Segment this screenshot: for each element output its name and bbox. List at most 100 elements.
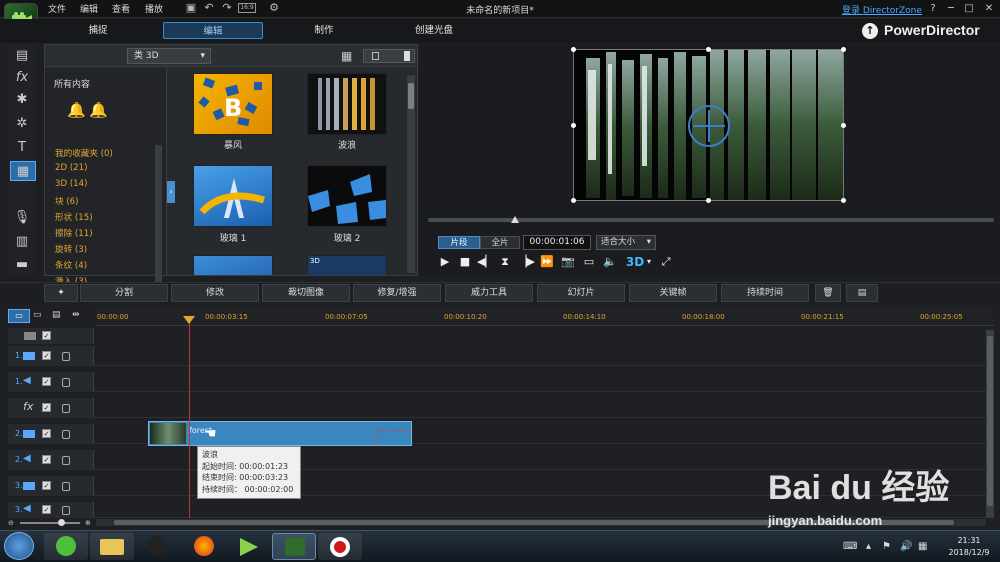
tray-network-icon[interactable]: ▦ (918, 541, 927, 552)
taskbar-app-browser-icon[interactable] (44, 533, 88, 560)
effect-thumbnail[interactable] (193, 165, 273, 227)
resize-handle[interactable] (571, 123, 576, 128)
lock-icon[interactable] (62, 378, 70, 387)
upgrade-icon[interactable]: ↑ (862, 23, 878, 39)
resize-handle[interactable] (706, 47, 711, 52)
prev-frame-icon[interactable]: ◀▏ (477, 254, 494, 270)
seek-thumb[interactable] (511, 216, 519, 223)
effect-thumbnail[interactable] (307, 165, 387, 227)
zoom-fit-dropdown[interactable]: 适合大小 ▾ (596, 235, 656, 250)
tab-clip[interactable]: 片段 (438, 236, 480, 249)
menu-view[interactable]: 查看 (112, 2, 130, 15)
effects-scrollbar[interactable] (407, 75, 415, 273)
tray-keyboard-icon[interactable]: ⌨ (843, 541, 857, 552)
zoom-in-icon[interactable]: ⊕ (85, 519, 91, 527)
settings-gear-icon[interactable]: ⚙ (267, 1, 281, 15)
track-enable-checkbox[interactable]: ✓ (42, 351, 51, 360)
playhead-handle[interactable] (183, 316, 195, 324)
effect-thumbnail[interactable]: B (193, 73, 273, 135)
resize-handle[interactable] (841, 47, 846, 52)
category-item[interactable]: 条纹 (4) (55, 259, 87, 271)
scroll-thumb[interactable] (408, 83, 414, 109)
zoom-slider[interactable]: ⊖ ⊕ (8, 519, 94, 527)
tab-capture[interactable]: 捕捉 (48, 22, 148, 39)
lock-icon[interactable] (62, 456, 70, 465)
tab-produce[interactable]: 制作 (274, 22, 374, 39)
tray-arrow-icon[interactable]: ▴ (866, 541, 871, 552)
delete-icon[interactable]: 🗑 (815, 284, 841, 302)
taskbar-qq-icon[interactable] (136, 533, 180, 560)
tray-flag-icon[interactable]: ⚑ (882, 541, 891, 552)
modify-button[interactable]: 修改 (171, 284, 259, 302)
help-button[interactable]: ? (926, 2, 940, 15)
resize-handle[interactable] (571, 47, 576, 52)
category-item[interactable]: 块 (6) (55, 195, 79, 207)
track-enable-checkbox[interactable]: ✓ (42, 505, 51, 514)
close-button[interactable]: ✕ (982, 2, 996, 15)
timeline-view-icon[interactable]: ▭ (8, 309, 30, 323)
keyframe-button[interactable]: 关键帧 (629, 284, 717, 302)
category-item[interactable]: 擦除 (11) (55, 227, 93, 239)
maximize-button[interactable]: □ (962, 2, 976, 15)
voice-room-icon[interactable]: 🎙 (12, 208, 32, 228)
effect-thumbnail[interactable] (193, 255, 273, 275)
resize-handle[interactable] (841, 123, 846, 128)
split-button[interactable]: 分割 (80, 284, 168, 302)
track-enable-checkbox[interactable]: ✓ (42, 429, 51, 438)
effect-thumbnail[interactable]: 3D (307, 255, 387, 275)
zoom-out-icon[interactable]: ⊖ (8, 519, 14, 527)
effect-thumbnail[interactable] (307, 73, 387, 135)
lock-icon[interactable] (62, 352, 70, 361)
menu-edit[interactable]: 编辑 (80, 2, 98, 15)
remove-favorite-icon[interactable]: 🔔 (89, 101, 108, 119)
chapter-room-icon[interactable]: ▥ (12, 232, 32, 252)
volume-icon[interactable]: 🔈 (602, 254, 618, 270)
grid-view-icon[interactable]: ▦ (341, 49, 355, 63)
display-icon[interactable]: ▭ (581, 254, 597, 270)
category-item[interactable]: 旋转 (3) (55, 243, 87, 255)
minimize-button[interactable]: ─ (944, 2, 958, 15)
menu-play[interactable]: 播放 (145, 2, 163, 15)
crop-image-button[interactable]: 裁切图像 (262, 284, 350, 302)
system-clock[interactable]: 21:31 2018/12/9 (940, 535, 998, 559)
title-room-icon[interactable]: T (12, 138, 32, 158)
taskbar-app-green-icon[interactable] (228, 533, 272, 560)
undock-icon[interactable]: ⤢ (658, 254, 674, 270)
undo-icon[interactable]: ↶ (202, 1, 216, 15)
start-button-icon[interactable] (4, 532, 34, 560)
next-frame-icon[interactable]: ▕▶ (518, 254, 535, 270)
taskbar-firefox-icon[interactable] (182, 533, 226, 560)
tab-edit[interactable]: 编辑 (163, 22, 263, 39)
3d-mode-icon[interactable]: 3D (624, 254, 646, 270)
track-enable-checkbox[interactable]: ✓ (42, 455, 51, 464)
category-dropdown[interactable]: 类 3D ▾ (127, 48, 211, 64)
resize-handle[interactable] (706, 198, 711, 203)
taskbar-powerdirector-icon[interactable] (272, 533, 316, 560)
save-icon[interactable]: ▣ (184, 1, 198, 15)
magic-tools-icon[interactable]: ✦ (44, 284, 78, 302)
category-item[interactable]: 形状 (15) (55, 211, 93, 223)
snapshot-icon[interactable]: 📷 (560, 254, 576, 270)
category-item[interactable]: 3D (14) (55, 179, 87, 189)
slider-thumb[interactable] (404, 51, 410, 61)
lock-icon[interactable] (62, 506, 70, 515)
add-track-icon[interactable]: ▤ (846, 284, 878, 302)
power-tools-button[interactable]: 威力工具 (445, 284, 533, 302)
redo-icon[interactable]: ↷ (220, 1, 234, 15)
aspect-ratio-button[interactable]: 16:9 (238, 3, 256, 13)
tree-scrollbar[interactable] (155, 145, 162, 295)
video-clip[interactable]: forest (148, 421, 412, 446)
particle-room-icon[interactable]: ✲ (12, 114, 32, 134)
category-item[interactable]: 2D (21) (55, 163, 87, 173)
resize-handle[interactable] (841, 198, 846, 203)
login-link[interactable]: 登录 DirectorZone (842, 3, 922, 16)
slideshow-button[interactable]: 幻灯片 (537, 284, 625, 302)
play-icon[interactable]: ▶ (437, 254, 453, 270)
fix-enhance-button[interactable]: 修复/增强 (353, 284, 441, 302)
fast-forward-icon[interactable]: ⏩ (539, 254, 555, 270)
menu-file[interactable]: 文件 (48, 2, 66, 15)
track-manager-icon[interactable]: ▤ (52, 310, 68, 322)
category-item[interactable]: 我的收藏夹 (0) (55, 147, 113, 159)
transition-room-icon[interactable]: ▦ (10, 161, 36, 181)
scroll-thumb[interactable] (987, 336, 993, 506)
